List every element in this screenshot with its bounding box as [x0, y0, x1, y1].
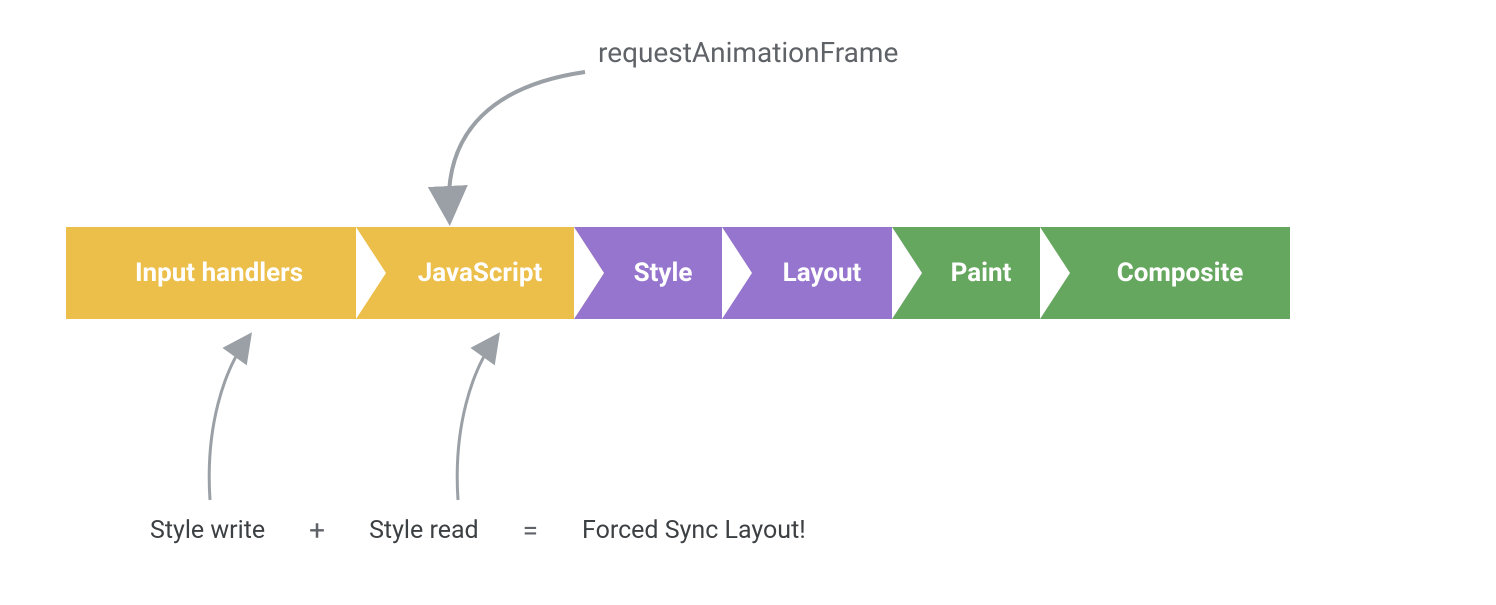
bottom-equation: Style write + Style read = Forced Sync L…: [150, 514, 806, 547]
arrow-style-write-to-input: [200, 330, 300, 510]
stage-style: Style: [574, 227, 722, 319]
stage-composite: Composite: [1040, 227, 1290, 319]
equals-sign: =: [523, 514, 538, 547]
label-style-read: Style read: [369, 516, 479, 545]
top-annotation-raf: requestAnimationFrame: [598, 36, 898, 69]
label-forced-sync: Forced Sync Layout!: [582, 516, 806, 545]
arrow-top-to-javascript: [435, 60, 605, 220]
label-style-write: Style write: [150, 516, 265, 545]
stage-javascript: JavaScript: [356, 227, 574, 319]
stage-layout: Layout: [722, 227, 892, 319]
plus-sign: +: [309, 514, 325, 547]
rendering-pipeline: Input handlers JavaScript Style Layout Paint…: [66, 227, 1290, 319]
stage-label: Input handlers: [135, 258, 303, 288]
stage-paint: Paint: [892, 227, 1040, 319]
arrow-style-read-to-javascript: [448, 330, 548, 510]
stage-input-handlers: Input handlers: [66, 227, 356, 319]
stage-label: Style: [634, 258, 693, 288]
stage-label: Composite: [1117, 258, 1244, 288]
stage-label: Paint: [951, 258, 1012, 288]
stage-label: JavaScript: [418, 258, 543, 288]
stage-label: Layout: [783, 258, 862, 288]
